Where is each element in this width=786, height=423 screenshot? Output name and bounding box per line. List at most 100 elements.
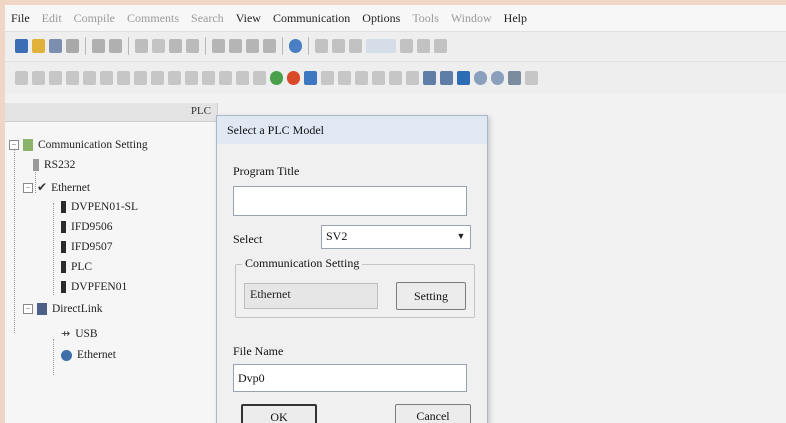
zoom-icon[interactable] <box>263 38 276 53</box>
window-icon[interactable] <box>253 70 266 85</box>
device-icon <box>61 221 66 233</box>
contact-icon[interactable] <box>15 70 28 85</box>
zoom-in-icon[interactable] <box>229 38 242 53</box>
cut-icon[interactable] <box>135 38 148 53</box>
download-icon[interactable] <box>389 70 402 85</box>
redo-icon[interactable] <box>109 38 122 53</box>
highlight-field-icon[interactable] <box>366 38 396 53</box>
copy-icon[interactable] <box>152 38 165 53</box>
menu-bar: File Edit Compile Comments Search View Communi… <box>5 5 786 31</box>
view-icon[interactable] <box>236 70 249 85</box>
upload-icon[interactable] <box>372 70 385 85</box>
delete-icon[interactable] <box>186 38 199 53</box>
undo-icon[interactable] <box>92 38 105 53</box>
tree-node-ethernet[interactable]: − ✔ Ethernet <box>23 180 90 195</box>
menu-item-file[interactable]: File <box>11 11 30 26</box>
setting-button[interactable]: Setting <box>396 282 466 310</box>
file-name-input[interactable] <box>233 364 467 392</box>
status-green-icon[interactable] <box>270 70 283 85</box>
table-icon[interactable] <box>117 70 130 85</box>
menu-item-compile[interactable]: Compile <box>74 11 115 26</box>
collapse-icon[interactable]: − <box>23 182 33 193</box>
tree-node-ethernet-device[interactable]: PLC <box>61 261 92 273</box>
collapse-icon[interactable]: − <box>23 304 33 314</box>
search-icon[interactable] <box>474 70 487 85</box>
zoom-out-icon[interactable] <box>246 38 259 53</box>
tree-node-ethernet-device[interactable]: DVPEN01-SL <box>61 201 138 213</box>
check-icon[interactable] <box>332 38 345 53</box>
list-icon[interactable] <box>185 70 198 85</box>
block-icon[interactable] <box>100 70 113 85</box>
wizard-icon[interactable] <box>338 70 351 85</box>
tool-icon[interactable] <box>168 70 181 85</box>
run-icon[interactable] <box>349 38 362 53</box>
print-icon[interactable] <box>66 38 79 53</box>
branch-icon[interactable] <box>83 70 96 85</box>
grid-icon[interactable] <box>219 70 232 85</box>
folder-icon <box>23 139 33 151</box>
function-icon[interactable] <box>49 70 62 85</box>
select-label: Select <box>233 232 263 246</box>
online-icon[interactable] <box>304 70 317 85</box>
menu-item-edit[interactable]: Edit <box>42 11 62 26</box>
mark-icon[interactable] <box>202 70 215 85</box>
tree-node-ethernet-device[interactable]: DVPFEN01 <box>61 281 127 293</box>
tree-node-direct-ethernet[interactable]: Ethernet <box>61 349 116 361</box>
tree-node-ethernet-device[interactable]: IFD9507 <box>61 241 113 253</box>
tree-node-communication-setting[interactable]: − Communication Setting <box>9 139 148 151</box>
coil-icon[interactable] <box>32 70 45 85</box>
line-icon[interactable] <box>66 70 79 85</box>
report-icon[interactable] <box>508 70 521 85</box>
paste-icon[interactable] <box>169 38 182 53</box>
info-icon[interactable] <box>289 38 302 53</box>
plc-stop-icon[interactable] <box>440 70 453 85</box>
transfer-icon[interactable] <box>355 70 368 85</box>
tool-end-icon[interactable] <box>525 70 538 85</box>
menu-item-help[interactable]: Help <box>504 11 527 26</box>
tree-node-direct-link[interactable]: − DirectLink <box>23 303 102 315</box>
open-folder-icon[interactable] <box>32 38 45 53</box>
ok-button-label: OK <box>270 410 288 423</box>
tree-node-label: Ethernet <box>77 349 116 361</box>
menu-item-communication[interactable]: Communication <box>273 11 350 26</box>
toolbar-separator <box>282 36 283 55</box>
compile-icon[interactable] <box>315 38 328 53</box>
tree-node-usb[interactable]: ⇸ USB <box>61 327 98 341</box>
compare-icon[interactable] <box>406 70 419 85</box>
ok-button[interactable]: OK <box>241 404 317 423</box>
select-plc-model-dialog: Select a PLC Model Program Title Select … <box>216 115 488 423</box>
menu-item-view[interactable]: View <box>236 11 261 26</box>
tree-node-ethernet-device[interactable]: IFD9506 <box>61 221 113 233</box>
program-title-input[interactable] <box>233 186 467 216</box>
editor-toolbar <box>5 61 786 93</box>
tree-connector <box>53 339 54 375</box>
edit-icon[interactable] <box>151 70 164 85</box>
tree-connector <box>14 147 15 333</box>
plc-run-icon[interactable] <box>423 70 436 85</box>
plc-model-select[interactable]: SV2 ▼ <box>321 225 471 249</box>
find-icon[interactable] <box>212 38 225 53</box>
tree-node-label: USB <box>75 327 98 340</box>
settings-icon[interactable] <box>434 38 447 53</box>
cancel-button[interactable]: Cancel <box>395 404 471 423</box>
magnify-icon[interactable] <box>491 70 504 85</box>
menu-item-search[interactable]: Search <box>191 11 224 26</box>
diagnose-icon[interactable] <box>321 70 334 85</box>
status-red-icon[interactable] <box>287 70 300 85</box>
dropdown-arrow-icon[interactable]: ▼ <box>454 228 468 244</box>
toolbar-separator <box>85 36 86 55</box>
communication-type-display: Ethernet <box>244 283 378 309</box>
device-icon[interactable] <box>134 70 147 85</box>
new-file-icon[interactable] <box>15 38 28 53</box>
menu-item-tools[interactable]: Tools <box>412 11 439 26</box>
menu-item-comments[interactable]: Comments <box>127 11 179 26</box>
tree-node-rs232[interactable]: RS232 <box>33 159 75 171</box>
dialog-title-bar[interactable]: Select a PLC Model <box>217 116 487 144</box>
save-icon[interactable] <box>49 38 62 53</box>
monitor-icon[interactable] <box>417 38 430 53</box>
collapse-icon[interactable]: − <box>9 140 19 150</box>
menu-item-options[interactable]: Options <box>362 11 400 26</box>
stop-icon[interactable] <box>400 38 413 53</box>
menu-item-window[interactable]: Window <box>451 11 492 26</box>
screen-icon[interactable] <box>457 70 470 85</box>
